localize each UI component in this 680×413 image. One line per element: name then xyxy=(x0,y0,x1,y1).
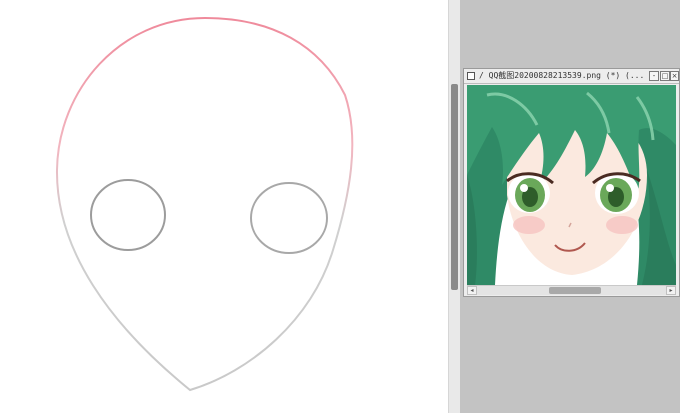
horizontal-scroll-thumb[interactable] xyxy=(549,287,601,294)
reference-image xyxy=(467,85,676,285)
reference-window-title: / QQ截图20200828213539.png (*) (... xyxy=(479,71,645,80)
canvas-vertical-scrollbar[interactable] xyxy=(448,0,460,413)
scroll-left-icon[interactable]: ◂ xyxy=(467,286,477,295)
drawing-canvas[interactable] xyxy=(0,0,448,413)
minimize-button[interactable]: - xyxy=(649,71,659,81)
left-eye-sketch xyxy=(90,179,166,251)
anime-girl-illustration xyxy=(467,85,676,285)
reference-window-titlebar[interactable]: / QQ截图20200828213539.png (*) (... - □ × xyxy=(464,69,679,84)
reference-horizontal-scrollbar[interactable]: ◂ ▸ xyxy=(467,285,676,295)
close-button[interactable]: × xyxy=(670,71,679,81)
reference-image-window[interactable]: / QQ截图20200828213539.png (*) (... - □ × xyxy=(463,68,680,297)
vertical-scroll-thumb[interactable] xyxy=(451,84,458,290)
maximize-button[interactable]: □ xyxy=(660,71,670,81)
image-window-icon xyxy=(467,72,475,80)
face-sketch xyxy=(55,16,354,392)
right-eye-sketch xyxy=(250,182,328,254)
scroll-right-icon[interactable]: ▸ xyxy=(666,286,676,295)
head-outline xyxy=(55,16,354,392)
